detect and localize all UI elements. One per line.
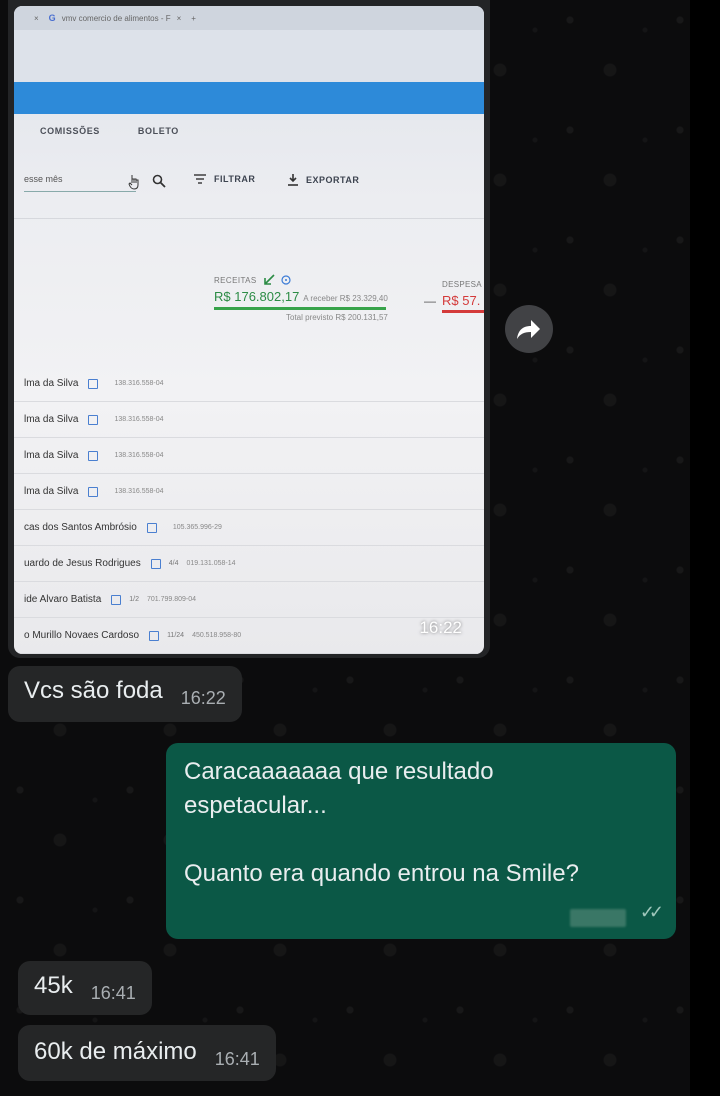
receitas-values: R$ 176.802,17 A receber R$ 23.329,40 (214, 289, 424, 304)
forward-icon (517, 320, 540, 339)
info-icon (281, 275, 291, 285)
browser-tab: G vmv comercio de alimentos - F × (49, 13, 182, 23)
receitas-label: RECEITAS (214, 275, 257, 285)
forward-button[interactable] (505, 305, 553, 353)
external-link-icon (111, 594, 122, 605)
photo-of-screen[interactable]: × G vmv comercio de alimentos - F × + CO… (14, 6, 484, 654)
client-document: 701.799.809-04 (147, 596, 197, 603)
client-name: ide Alvaro Batista (24, 594, 102, 605)
outgoing-message[interactable]: Caracaaaaaaa que resultado espetacular..… (166, 743, 676, 939)
filter-icon (194, 174, 206, 184)
filter-label: FILTRAR (214, 174, 256, 184)
client-list: lma da Silva 138.316.558-04 lma da Silva… (14, 366, 484, 654)
incoming-message[interactable]: Vcs são foda 16:22 (8, 666, 242, 722)
client-name: lma da Silva (24, 414, 79, 425)
separator-dash: — (424, 294, 436, 308)
double-check-icon: ✓✓ (639, 902, 664, 922)
filter-button: FILTRAR (194, 174, 255, 184)
tab-close-icon: × (176, 13, 182, 23)
list-item: lma da Silva 138.316.558-04 (14, 402, 484, 438)
new-tab-icon: + (191, 13, 196, 23)
search-icon (152, 174, 166, 188)
external-link-icon (88, 486, 99, 497)
installment-badge: 11/24 (167, 632, 185, 639)
list-item: cas dos Santos Ambrósio 105.365.996-29 (14, 510, 484, 546)
search-row: esse mês FILTRAR EXPORTAR (14, 168, 484, 198)
list-item: lma da Silva 138.316.558-04 (14, 438, 484, 474)
external-link-icon (88, 450, 99, 461)
a-receber: A receber R$ 23.329,40 (303, 294, 388, 303)
client-document: 105.365.996-29 (172, 524, 222, 531)
app-nav-tabs: COMISSÕES BOLETO (40, 126, 179, 136)
scroll-strip (690, 0, 720, 1096)
external-link-icon (146, 522, 157, 533)
list-item: uardo de Jesus Rodrigues 4/4 019.131.058… (14, 546, 484, 582)
despesas-bar (442, 310, 484, 313)
message-time: 16:41 (90, 983, 136, 1003)
client-name: lma da Silva (24, 378, 79, 389)
external-link-icon (149, 630, 160, 641)
client-name: uardo de Jesus Rodrigues (24, 558, 141, 569)
receitas-value: R$ 176.802,17 (214, 289, 300, 304)
divider (14, 218, 484, 219)
client-document: 450.518.958-80 (192, 632, 242, 639)
client-name: o Murillo Novaes Cardoso (24, 630, 140, 641)
list-item: lma da Silva 138.316.558-04 (14, 366, 484, 402)
app-header-bar (14, 82, 484, 114)
client-document: 138.316.558-04 (114, 452, 164, 459)
message-line: Quanto era quando entrou na Smile? (184, 860, 579, 887)
installment-badge: 1/2 (129, 596, 139, 603)
client-document: 138.316.558-04 (114, 416, 164, 423)
message-time: 16:41 (214, 1049, 260, 1069)
tab-comissoes: COMISSÕES (40, 126, 100, 136)
message-text: Vcs são foda (24, 677, 163, 704)
despesas-value: R$ 57. (442, 293, 481, 308)
blurred-time (570, 909, 626, 927)
message-text: 45k (34, 972, 73, 999)
client-name: cas dos Santos Ambrósio (24, 522, 137, 533)
image-message[interactable]: × G vmv comercio de alimentos - F × + CO… (8, 0, 490, 658)
installment-badge: 4/4 (168, 560, 179, 567)
message-text: 60k de máximo (34, 1038, 197, 1065)
client-document: 138.316.558-04 (114, 488, 164, 495)
external-link-icon (150, 558, 161, 569)
address-bar (14, 30, 484, 82)
pointer-hand-icon (128, 175, 139, 190)
message-timestamp: 16:22 (419, 618, 462, 637)
list-item: o Murillo Novaes Cardoso 11/24 450.518.9… (14, 618, 484, 654)
arrow-down-left-icon (263, 274, 275, 285)
list-item: ide Alvaro Batista 1/2 701.799.809-04 (14, 582, 484, 618)
total-previsto: Total previsto R$ 200.131,57 (286, 313, 388, 322)
incoming-message[interactable]: 60k de máximo 16:41 (18, 1025, 276, 1081)
client-document: 138.316.558-04 (114, 380, 164, 387)
message-time: 16:22 (180, 688, 226, 708)
external-link-icon (88, 378, 99, 389)
download-icon (288, 174, 298, 186)
message-line: Caracaaaaaaa que resultado (184, 758, 494, 785)
close-icon: × (34, 13, 39, 23)
export-label: EXPORTAR (306, 175, 360, 185)
receitas-header: RECEITAS (214, 274, 424, 286)
receitas-bar (214, 307, 386, 310)
client-name: lma da Silva (24, 486, 79, 497)
receitas-summary: RECEITAS R$ 176.802,17 A receber R$ 23.3… (214, 274, 424, 322)
list-item: lma da Silva 138.316.558-04 (14, 474, 484, 510)
export-button: EXPORTAR (288, 174, 359, 186)
despesas-label: DESPESA (442, 280, 482, 289)
google-icon: G (48, 13, 56, 23)
tab-title: vmv comercio de alimentos - F (61, 13, 171, 23)
tab-boleto: BOLETO (137, 126, 179, 136)
client-document: 019.131.058-14 (186, 560, 236, 567)
external-link-icon (88, 414, 99, 425)
message-line: espetacular... (184, 792, 327, 819)
period-field: esse mês (24, 172, 136, 192)
despesas-summary: DESPESA R$ 57. (442, 280, 484, 313)
incoming-message[interactable]: 45k 16:41 (18, 961, 152, 1015)
browser-tab-bar: × G vmv comercio de alimentos - F × + (14, 6, 484, 30)
client-name: lma da Silva (24, 450, 79, 461)
